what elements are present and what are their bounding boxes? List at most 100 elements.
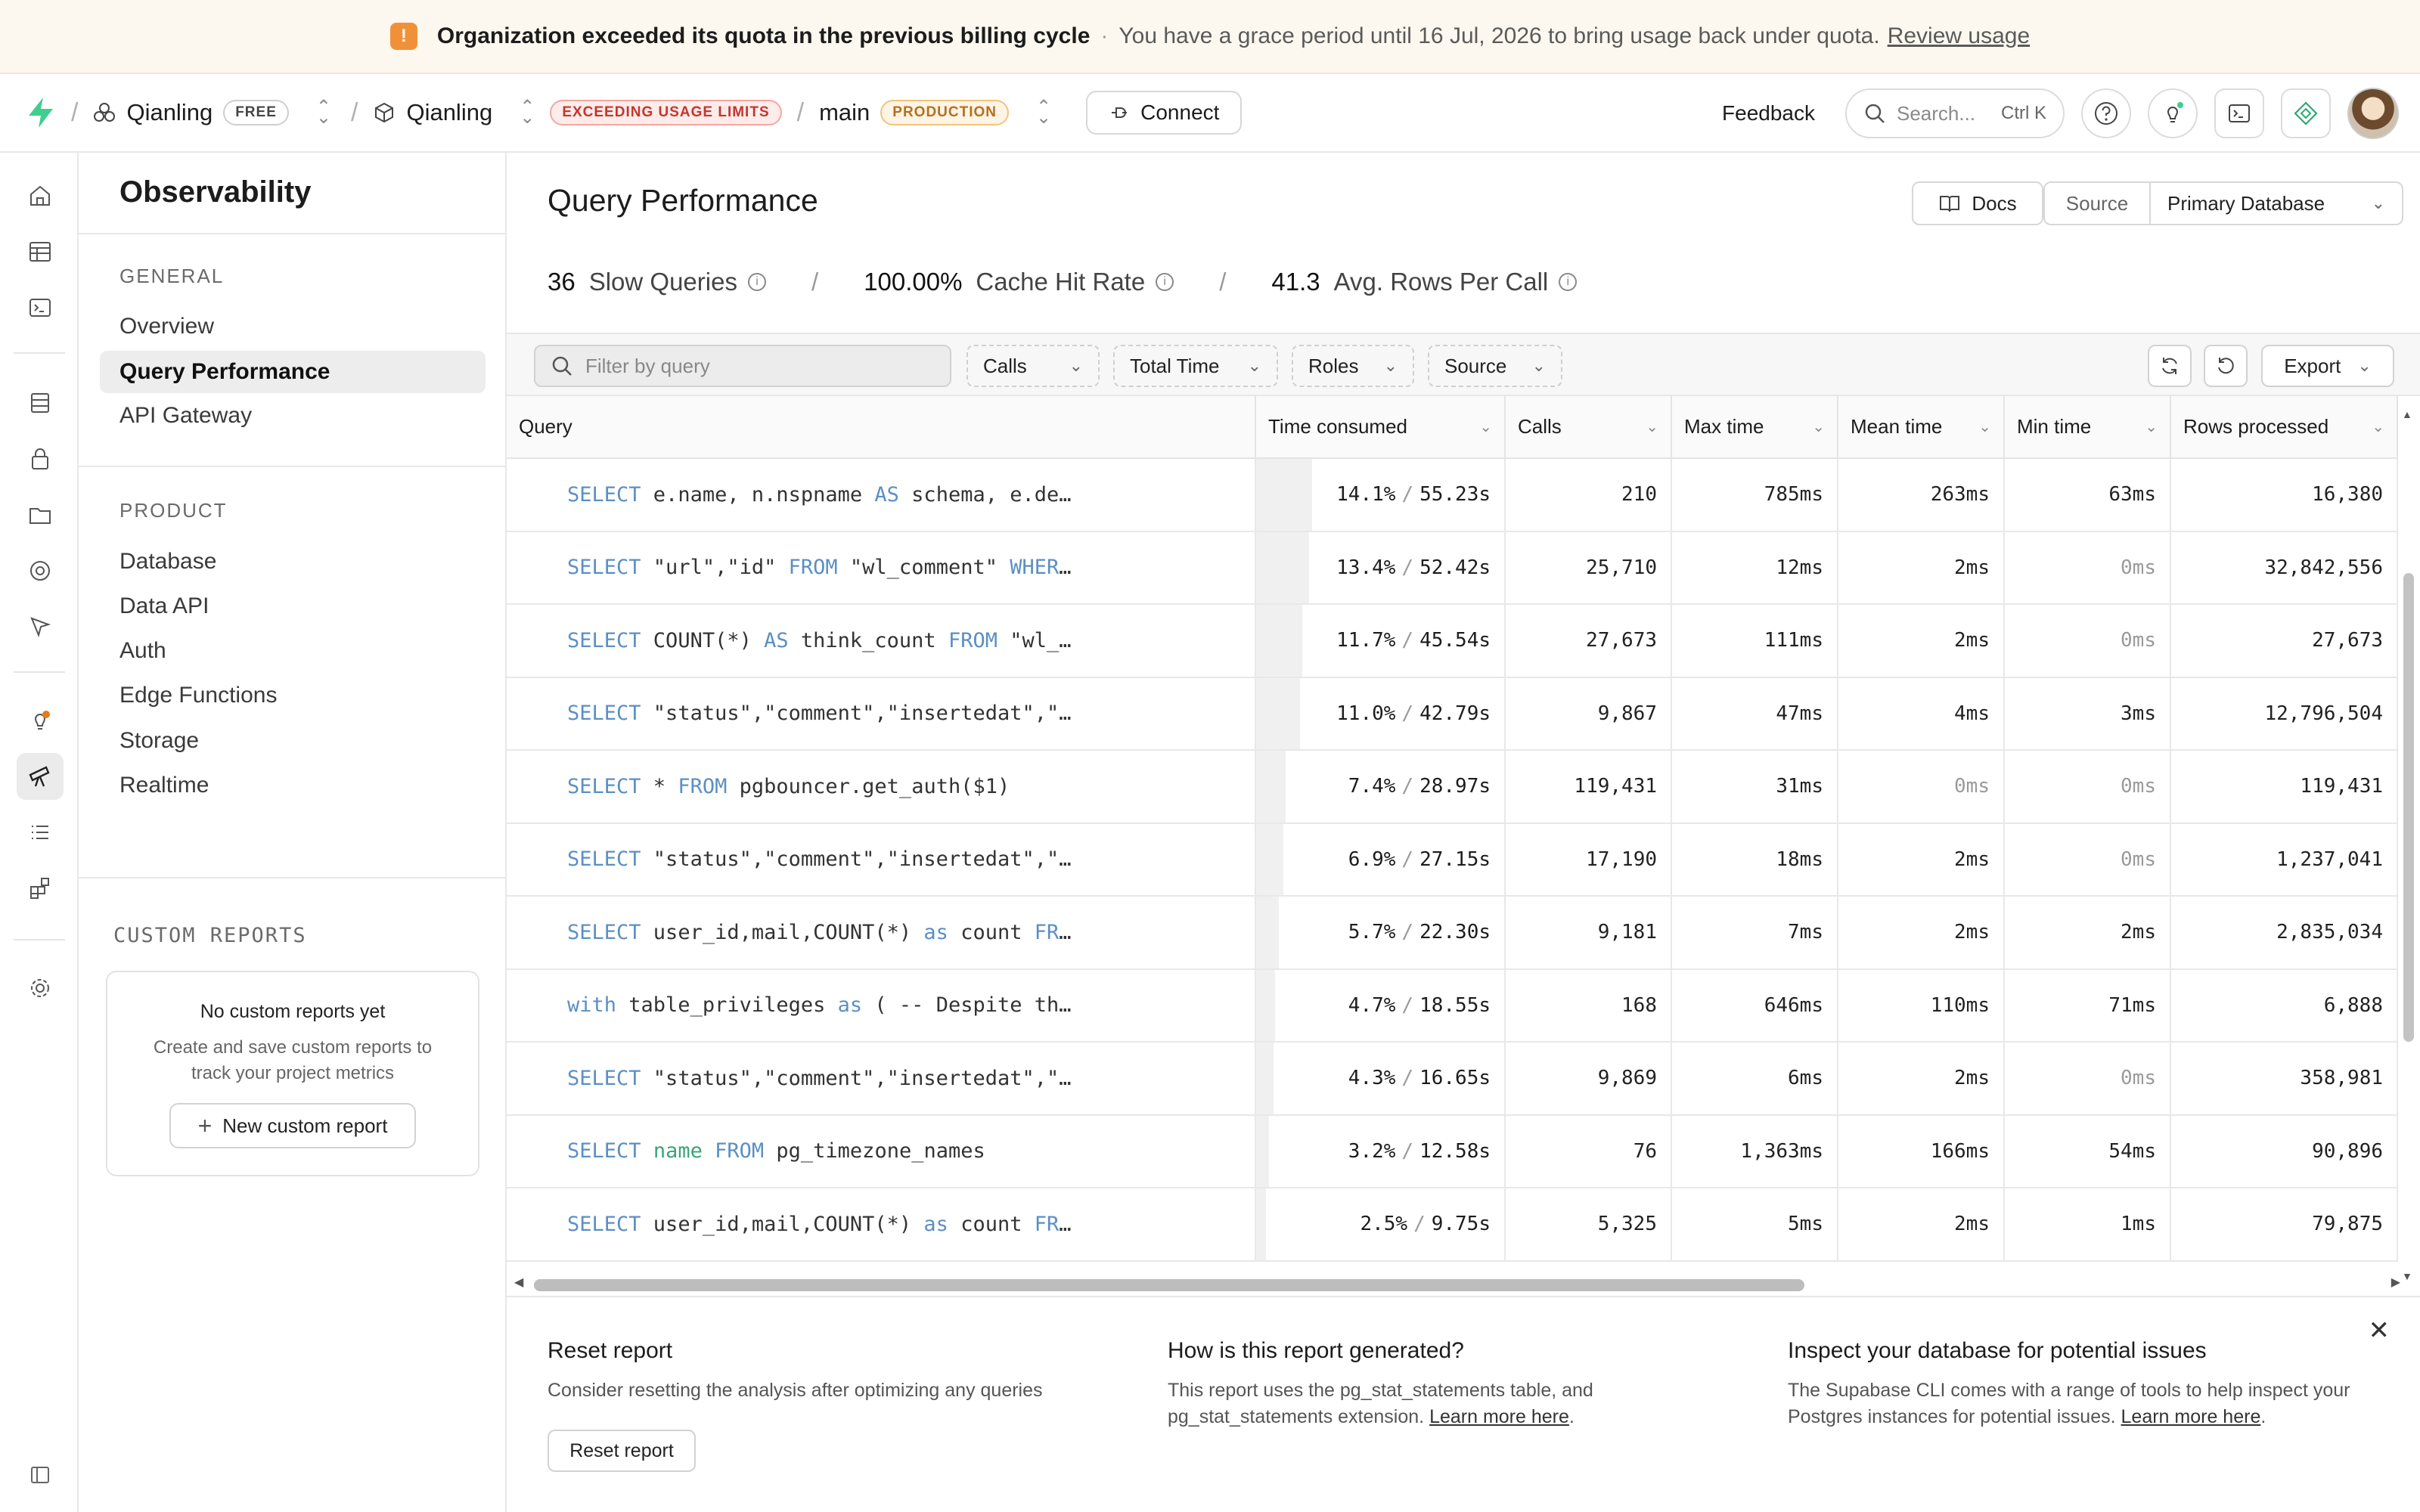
- export-button[interactable]: Export ⌄: [2261, 345, 2394, 387]
- chevron-updown-icon[interactable]: ⌃ ⌄: [520, 98, 535, 126]
- filter-roles[interactable]: Roles ⌄: [1292, 345, 1414, 387]
- table-row[interactable]: SELECT * FROM pgbouncer.get_auth($1) 7.4%…: [507, 750, 2398, 824]
- settings-gear-icon[interactable]: [17, 965, 64, 1012]
- column-header-query[interactable]: Query: [507, 396, 1256, 459]
- sidebar-item-data-api[interactable]: Data API: [100, 585, 486, 627]
- table-row[interactable]: SELECT name FROM pg_timezone_names 3.2%/1…: [507, 1114, 2398, 1188]
- cursor-icon[interactable]: [17, 603, 64, 650]
- storage-folder-icon[interactable]: [17, 491, 64, 538]
- source-selector[interactable]: Source Primary Database ⌄: [2043, 181, 2403, 225]
- sidebar-item-database[interactable]: Database: [100, 541, 486, 583]
- filter-source[interactable]: Source ⌄: [1428, 345, 1562, 387]
- avatar[interactable]: [2347, 88, 2399, 139]
- sql-editor-icon[interactable]: [17, 284, 64, 331]
- learn-more-link[interactable]: Learn more here: [1429, 1406, 1569, 1427]
- supabase-logo-icon[interactable]: [26, 96, 56, 129]
- table-row[interactable]: SELECT user_id,mail,COUNT(*) as count FR…: [507, 1188, 2398, 1262]
- query-cell[interactable]: with table_privileges as ( -- Despite th…: [507, 968, 1256, 1043]
- chevron-down-icon: ⌄: [1069, 356, 1083, 375]
- help-button[interactable]: [2081, 88, 2131, 138]
- banner-title: Organization exceeded its quota in the p…: [436, 23, 1091, 48]
- max-time-cell: 12ms: [1671, 531, 1838, 605]
- filter-calls[interactable]: Calls ⌄: [966, 345, 1100, 387]
- query-cell[interactable]: SELECT user_id,mail,COUNT(*) as count FR…: [507, 896, 1256, 970]
- query-cell[interactable]: SELECT "status","comment","insertedat","…: [507, 677, 1256, 751]
- info-icon[interactable]: i: [1559, 273, 1578, 291]
- reset-report-button[interactable]: Reset report: [548, 1430, 696, 1472]
- query-cell[interactable]: SELECT e.name, n.nspname AS schema, e.de…: [507, 458, 1256, 532]
- refresh-button[interactable]: [2148, 345, 2192, 387]
- table-row[interactable]: SELECT "status","comment","insertedat","…: [507, 823, 2398, 897]
- query-cell[interactable]: SELECT user_id,mail,COUNT(*) as count FR…: [507, 1188, 1256, 1262]
- search-icon: [1865, 104, 1885, 123]
- horizontal-scrollbar[interactable]: ◀ ▶: [507, 1272, 2420, 1297]
- database-icon[interactable]: [17, 380, 64, 426]
- table-row[interactable]: SELECT COUNT(*) AS think_count FROM "wl_…: [507, 604, 2398, 678]
- query-cell[interactable]: SELECT "url","id" FROM "wl_comment" WHER…: [507, 531, 1256, 605]
- table-row[interactable]: SELECT user_id,mail,COUNT(*) as count FR…: [507, 896, 2398, 970]
- sidebar-item-auth[interactable]: Auth: [100, 630, 486, 672]
- advisor-button[interactable]: [2148, 88, 2198, 138]
- terminal-button[interactable]: [2214, 88, 2264, 138]
- assistant-button[interactable]: [2281, 88, 2331, 138]
- table-row[interactable]: SELECT e.name, n.nspname AS schema, e.de…: [507, 458, 2398, 532]
- branch-switcher[interactable]: main PRODUCTION ⌃ ⌄: [819, 98, 1056, 126]
- sidebar-toggle-icon[interactable]: [17, 1452, 64, 1498]
- search-shortcut: Ctrl K: [2001, 103, 2046, 123]
- sidebar-item-api-gateway[interactable]: API Gateway: [100, 395, 486, 437]
- new-custom-report-button[interactable]: + New custom report: [169, 1103, 416, 1148]
- close-icon[interactable]: ✕: [2369, 1315, 2391, 1346]
- filter-total-time[interactable]: Total Time ⌄: [1113, 345, 1278, 387]
- vertical-scrollbar[interactable]: ▲ ▼: [2400, 408, 2415, 1282]
- docs-button[interactable]: Docs: [1912, 181, 2043, 225]
- sidebar-item-edge-functions[interactable]: Edge Functions: [100, 674, 486, 717]
- chevron-updown-icon[interactable]: ⌃ ⌄: [1036, 98, 1051, 126]
- review-usage-link[interactable]: Review usage: [1888, 23, 2030, 49]
- column-header-min-time[interactable]: Min time ⌄: [2004, 396, 2171, 459]
- custom-reports-empty: No custom reports yet Create and save cu…: [106, 971, 479, 1176]
- learn-more-link[interactable]: Learn more here: [2121, 1406, 2261, 1427]
- chevron-updown-icon[interactable]: ⌃ ⌄: [316, 98, 331, 126]
- auth-lock-icon[interactable]: [17, 435, 64, 482]
- table-editor-icon[interactable]: [17, 228, 64, 275]
- query-cell[interactable]: SELECT "status","comment","insertedat","…: [507, 823, 1256, 897]
- min-time-cell: 2ms: [2004, 896, 2171, 970]
- logs-list-icon[interactable]: [17, 809, 64, 856]
- table-row[interactable]: SELECT "url","id" FROM "wl_comment" WHER…: [507, 531, 2398, 605]
- filter-query-input[interactable]: Filter by query: [534, 345, 951, 387]
- column-header-max-time[interactable]: Max time ⌄: [1671, 396, 1838, 459]
- integrations-icon[interactable]: [17, 865, 64, 912]
- observability-telescope-icon[interactable]: [17, 753, 64, 800]
- reset-button[interactable]: [2204, 345, 2248, 387]
- search-input[interactable]: Search... Ctrl K: [1845, 88, 2065, 138]
- advisors-icon[interactable]: [17, 697, 64, 744]
- table-row[interactable]: SELECT "status","comment","insertedat","…: [507, 1042, 2398, 1116]
- column-header-calls[interactable]: Calls ⌄: [1505, 396, 1672, 459]
- time-share-bar: [1256, 1188, 1267, 1259]
- mean-time-cell: 2ms: [1838, 823, 2005, 897]
- max-time-cell: 785ms: [1671, 458, 1838, 532]
- query-cell[interactable]: SELECT COUNT(*) AS think_count FROM "wl_…: [507, 604, 1256, 678]
- sidebar-item-realtime[interactable]: Realtime: [100, 764, 486, 807]
- table-row[interactable]: with table_privileges as ( -- Despite th…: [507, 968, 2398, 1043]
- mean-time-cell: 110ms: [1838, 968, 2005, 1043]
- query-cell[interactable]: SELECT * FROM pgbouncer.get_auth($1): [507, 750, 1256, 824]
- query-cell[interactable]: SELECT "status","comment","insertedat","…: [507, 1042, 1256, 1116]
- realtime-icon[interactable]: [17, 547, 64, 594]
- feedback-button[interactable]: Feedback: [1722, 101, 1815, 125]
- info-icon[interactable]: i: [1156, 273, 1174, 291]
- sidebar-item-storage[interactable]: Storage: [100, 720, 486, 762]
- query-cell[interactable]: SELECT name FROM pg_timezone_names: [507, 1114, 1256, 1188]
- max-time-cell: 31ms: [1671, 750, 1838, 824]
- table-row[interactable]: SELECT "status","comment","insertedat","…: [507, 677, 2398, 751]
- home-icon[interactable]: [17, 172, 64, 219]
- column-header-rows-processed[interactable]: Rows processed ⌄: [2170, 396, 2398, 459]
- column-header-time-consumed[interactable]: Time consumed ⌄: [1255, 396, 1506, 459]
- sidebar-item-query-performance[interactable]: Query Performance: [100, 351, 486, 393]
- org-switcher[interactable]: Qianling FREE ⌃ ⌄: [93, 98, 336, 126]
- project-switcher[interactable]: Qianling ⌃ ⌄ EXCEEDING USAGE LIMITS: [373, 98, 782, 126]
- column-header-mean-time[interactable]: Mean time ⌄: [1838, 396, 2005, 459]
- sidebar-item-overview[interactable]: Overview: [100, 305, 486, 348]
- connect-button[interactable]: Connect: [1086, 91, 1243, 135]
- info-icon[interactable]: i: [747, 273, 766, 291]
